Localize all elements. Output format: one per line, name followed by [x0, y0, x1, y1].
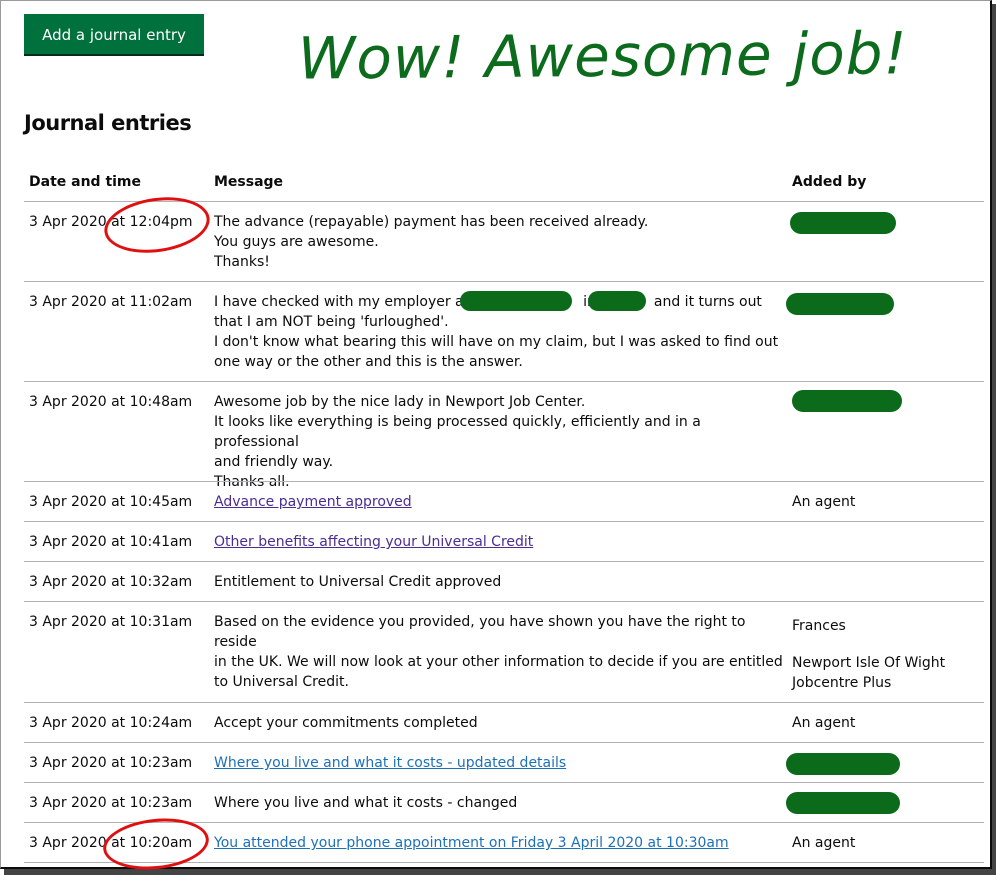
redacted-name: [786, 792, 900, 814]
page-title: Journal entries: [24, 111, 192, 135]
row-message: Where you live and what it costs - updat…: [214, 753, 784, 773]
row-divider: [24, 782, 984, 783]
row-added-by: An agent: [792, 835, 856, 851]
row-date: 3 Apr 2020 at 10:31am: [29, 614, 193, 630]
row-added-by-office: Newport Isle Of Wight Jobcentre Plus: [792, 655, 946, 691]
row-date: 3 Apr 2020 at 10:32am: [29, 574, 193, 590]
row-divider: [24, 381, 984, 382]
row-divider: [24, 521, 984, 522]
row-divider: [24, 742, 984, 743]
row-message: Awesome job by the nice lady in Newport …: [214, 394, 701, 490]
redacted-name: [790, 212, 896, 234]
row-date: 3 Apr 2020 at 10:41am: [29, 534, 193, 550]
where-you-live-link[interactable]: Where you live and what it costs - updat…: [214, 755, 566, 771]
row-message: Where you live and what it costs - chang…: [214, 795, 518, 811]
row-message: Accept your commitments completed: [214, 715, 478, 731]
row-divider: [24, 561, 984, 562]
row-message: You attended your phone appointment on F…: [214, 833, 784, 853]
row-message: Other benefits affecting your Universal …: [214, 532, 784, 552]
row-added-by: An agent: [792, 494, 856, 510]
row-divider: [24, 702, 984, 703]
other-benefits-link[interactable]: Other benefits affecting your Universal …: [214, 534, 533, 550]
redacted-name: [786, 753, 900, 775]
row-message: Entitlement to Universal Credit approved: [214, 574, 502, 590]
row-divider: [24, 601, 984, 602]
row-date: 3 Apr 2020 at 10:48am: [29, 394, 193, 410]
add-journal-entry-button[interactable]: Add a journal entry: [24, 14, 204, 54]
redacted-name: [792, 390, 902, 412]
row-date: 3 Apr 2020 at 10:24am: [29, 715, 193, 731]
redacted-location: [588, 291, 646, 311]
row-added-by-name: Frances: [792, 618, 846, 634]
advance-payment-link[interactable]: Advance payment approved: [214, 494, 412, 510]
row-message: The advance (repayable) payment has been…: [214, 214, 649, 270]
row-date: 3 Apr 2020 at 11:02am: [29, 294, 193, 310]
column-header-date: Date and time: [29, 174, 142, 190]
row-date: 3 Apr 2020 at 10:23am: [29, 795, 193, 811]
frame-shadow-right: [992, 4, 996, 875]
phone-appointment-link[interactable]: You attended your phone appointment on F…: [214, 835, 729, 851]
column-header-message: Message: [214, 174, 284, 190]
row-added-by: An agent: [792, 715, 856, 731]
redacted-name: [786, 293, 894, 315]
row-date: 3 Apr 2020 at 10:23am: [29, 755, 193, 771]
redacted-employer: [460, 291, 572, 311]
frame-shadow-bottom: [4, 869, 996, 875]
row-message: Advance payment approved: [214, 492, 784, 512]
row-date: 3 Apr 2020 at 10:45am: [29, 494, 193, 510]
handwritten-annotation: Wow! Awesome job!: [297, 19, 909, 93]
row-divider: [24, 281, 984, 282]
column-header-added-by: Added by: [792, 174, 867, 190]
row-message: Based on the evidence you provided, you …: [214, 614, 783, 690]
row-divider: [24, 481, 984, 482]
